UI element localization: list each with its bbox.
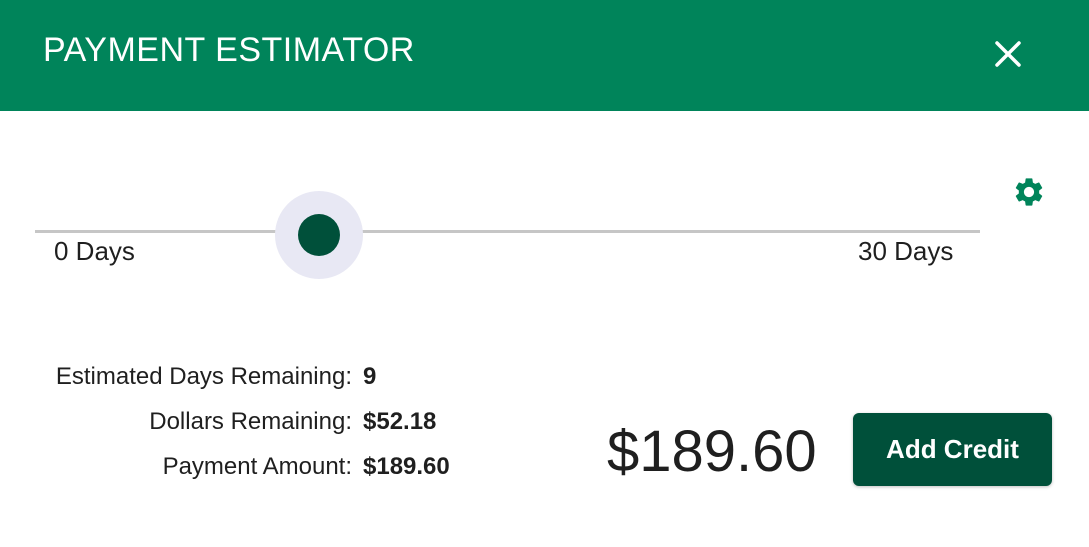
stat-label: Payment Amount: bbox=[162, 453, 352, 480]
slider-min-label: 0 Days bbox=[54, 236, 135, 266]
slider-thumb[interactable] bbox=[298, 214, 340, 256]
stat-value: $52.18 bbox=[363, 408, 437, 435]
settings-button[interactable] bbox=[1012, 175, 1046, 209]
stat-row-days-remaining: Estimated Days Remaining: 9 bbox=[20, 360, 480, 405]
payment-amount-display: $189.60 bbox=[607, 419, 817, 484]
stat-label: Estimated Days Remaining: bbox=[55, 363, 352, 390]
stat-value: 9 bbox=[363, 363, 377, 390]
payment-estimator-dialog: PAYMENT ESTIMATOR 0 Days 30 Days Estimat… bbox=[0, 0, 1089, 547]
estimate-stats: Estimated Days Remaining: 9 Dollars Rema… bbox=[20, 360, 480, 495]
dialog-header: PAYMENT ESTIMATOR bbox=[0, 0, 1089, 111]
dialog-title: PAYMENT ESTIMATOR bbox=[43, 31, 415, 69]
stat-row-payment-amount: Payment Amount: $189.60 bbox=[20, 450, 480, 495]
gear-icon bbox=[1015, 178, 1043, 206]
stat-value: $189.60 bbox=[363, 453, 450, 480]
close-button[interactable] bbox=[984, 30, 1032, 78]
slider-max-label: 30 Days bbox=[858, 236, 954, 266]
stat-row-dollars-remaining: Dollars Remaining: $52.18 bbox=[20, 405, 480, 450]
days-slider[interactable] bbox=[35, 190, 980, 280]
add-credit-button[interactable]: Add Credit bbox=[853, 413, 1052, 486]
close-icon bbox=[995, 41, 1021, 67]
stat-label: Dollars Remaining: bbox=[149, 408, 352, 435]
